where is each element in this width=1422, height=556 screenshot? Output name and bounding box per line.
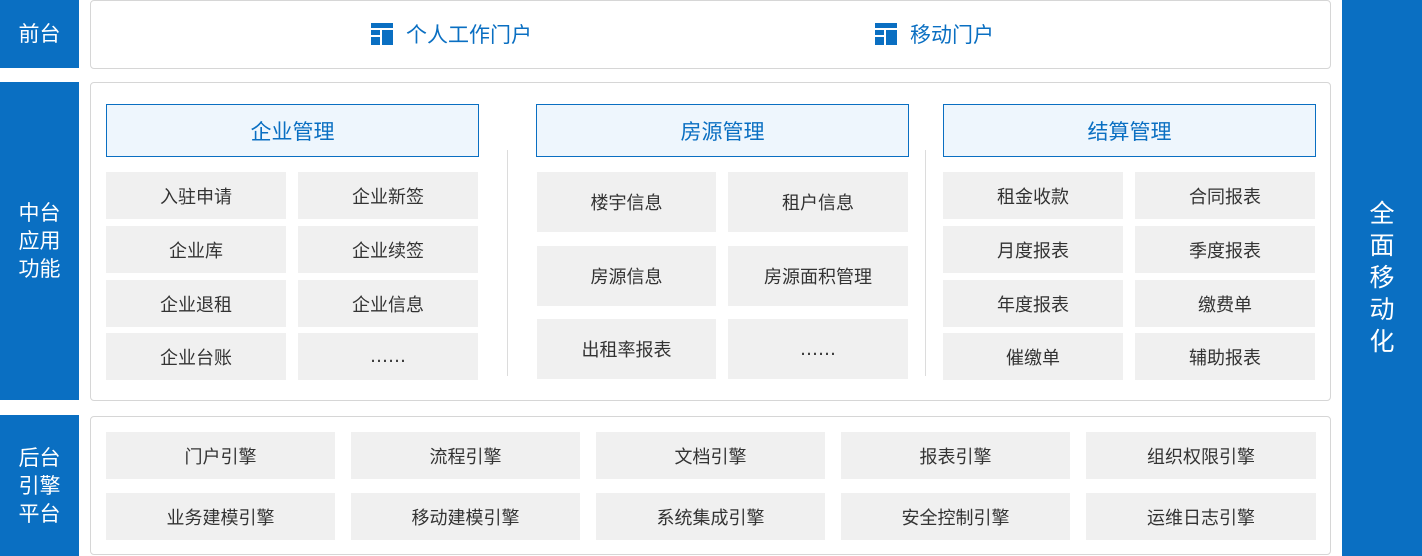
- layer-label-back: 后台 引擎 平台: [0, 415, 79, 556]
- group-title: 企业管理: [250, 119, 335, 144]
- function-cell-label: ……: [370, 346, 406, 367]
- layer-label-front: 前台: [0, 0, 79, 68]
- function-cell[interactable]: 企业信息: [298, 280, 478, 327]
- engine-cell-label: 报表引擎: [919, 446, 992, 468]
- function-cell-label: 租户信息: [782, 193, 854, 214]
- portal-mobile[interactable]: 移动门户: [875, 18, 994, 50]
- engine-cell-label: 业务建模引擎: [166, 507, 275, 529]
- function-cell-label: 辅助报表: [1189, 347, 1261, 369]
- function-cell-label: 催缴单: [1006, 347, 1060, 369]
- function-cell[interactable]: 入驻申请: [106, 172, 286, 219]
- function-cell[interactable]: 楼宇信息: [537, 172, 716, 232]
- engine-cell[interactable]: 系统集成引擎: [596, 493, 825, 540]
- function-cell-label: 企业台账: [160, 347, 232, 369]
- engine-cell[interactable]: 门户引擎: [106, 432, 335, 479]
- group-title: 房源管理: [680, 119, 765, 144]
- function-cell[interactable]: 出租率报表: [537, 319, 716, 379]
- function-cell-label: 房源信息: [590, 267, 663, 288]
- function-cell-label: 租金收款: [997, 186, 1069, 208]
- function-cell[interactable]: 合同报表: [1135, 172, 1315, 219]
- portal-personal-label: 个人工作门户: [406, 23, 532, 47]
- group-title: 结算管理: [1087, 119, 1172, 144]
- function-cell-label: ……: [800, 338, 836, 360]
- function-cell[interactable]: 月度报表: [943, 226, 1123, 273]
- front-panel: [90, 0, 1331, 69]
- engine-cell-label: 运维日志引擎: [1147, 507, 1255, 529]
- engine-cell-label: 安全控制引擎: [901, 507, 1010, 529]
- function-cell-label: 月度报表: [997, 240, 1069, 262]
- group-header-settlement: 结算管理: [943, 104, 1316, 157]
- engine-cell[interactable]: 流程引擎: [351, 432, 580, 479]
- function-cell[interactable]: 催缴单: [943, 333, 1123, 380]
- function-cell[interactable]: 辅助报表: [1135, 333, 1315, 380]
- function-cell-label: 企业信息: [352, 294, 424, 316]
- function-cell-label: 合同报表: [1189, 186, 1261, 208]
- function-cell-label: 楼宇信息: [590, 193, 663, 214]
- function-cell-label: 企业新签: [352, 186, 424, 208]
- layer-label-middle: 中台 应用 功能: [0, 82, 79, 400]
- layout-icon: [875, 23, 897, 45]
- function-cell-label: 企业退租: [160, 294, 232, 316]
- engine-cell-label: 门户引擎: [184, 446, 257, 468]
- engine-cell[interactable]: 业务建模引擎: [106, 493, 335, 540]
- engine-cell[interactable]: 移动建模引擎: [351, 493, 580, 540]
- function-cell[interactable]: 租金收款: [943, 172, 1123, 219]
- group-divider: [507, 150, 508, 376]
- function-cell-label: 缴费单: [1198, 294, 1252, 316]
- function-cell-label: 房源面积管理: [764, 267, 872, 288]
- engine-cell[interactable]: 安全控制引擎: [841, 493, 1070, 540]
- function-cell-label: 入驻申请: [160, 186, 232, 208]
- function-cell[interactable]: 缴费单: [1135, 280, 1315, 327]
- function-cell[interactable]: 企业库: [106, 226, 286, 273]
- function-cell[interactable]: 房源面积管理: [728, 246, 908, 306]
- group-header-enterprise: 企业管理: [106, 104, 479, 157]
- group-header-housing: 房源管理: [536, 104, 909, 157]
- layer-label-middle-text: 中台 应用 功能: [18, 201, 61, 281]
- function-cell[interactable]: 房源信息: [537, 246, 716, 306]
- mobile-bar: 全面移动化: [1342, 0, 1422, 556]
- engine-cell-label: 流程引擎: [429, 446, 502, 468]
- engine-cell-label: 组织权限引擎: [1147, 446, 1255, 468]
- function-cell-label: 企业库: [169, 240, 223, 262]
- function-cell[interactable]: 企业续签: [298, 226, 478, 273]
- portal-personal[interactable]: 个人工作门户: [371, 18, 532, 50]
- mobile-bar-text: 全面移动化: [1369, 199, 1395, 356]
- engine-cell[interactable]: 报表引擎: [841, 432, 1070, 479]
- engine-cell[interactable]: 组织权限引擎: [1086, 432, 1316, 479]
- portal-mobile-label: 移动门户: [910, 23, 994, 47]
- function-cell[interactable]: 企业新签: [298, 172, 478, 219]
- engine-cell-label: 移动建模引擎: [411, 507, 520, 529]
- function-cell[interactable]: 企业退租: [106, 280, 286, 327]
- layer-label-front-text: 前台: [18, 22, 61, 46]
- function-cell[interactable]: 租户信息: [728, 172, 908, 232]
- group-divider: [925, 150, 926, 376]
- function-cell-label: 年度报表: [997, 294, 1069, 316]
- function-cell[interactable]: ……: [728, 319, 908, 379]
- function-cell[interactable]: 季度报表: [1135, 226, 1315, 273]
- function-cell[interactable]: ……: [298, 333, 478, 380]
- layer-label-back-text: 后台 引擎 平台: [18, 445, 61, 526]
- function-cell-label: 季度报表: [1189, 240, 1261, 262]
- function-cell-label: 出租率报表: [581, 340, 672, 361]
- layout-icon: [371, 23, 393, 45]
- engine-cell-label: 系统集成引擎: [656, 507, 765, 529]
- function-cell[interactable]: 企业台账: [106, 333, 286, 380]
- engine-cell[interactable]: 文档引擎: [596, 432, 825, 479]
- engine-cell[interactable]: 运维日志引擎: [1086, 493, 1316, 540]
- function-cell-label: 企业续签: [352, 240, 424, 262]
- function-cell[interactable]: 年度报表: [943, 280, 1123, 327]
- engine-cell-label: 文档引擎: [674, 446, 747, 468]
